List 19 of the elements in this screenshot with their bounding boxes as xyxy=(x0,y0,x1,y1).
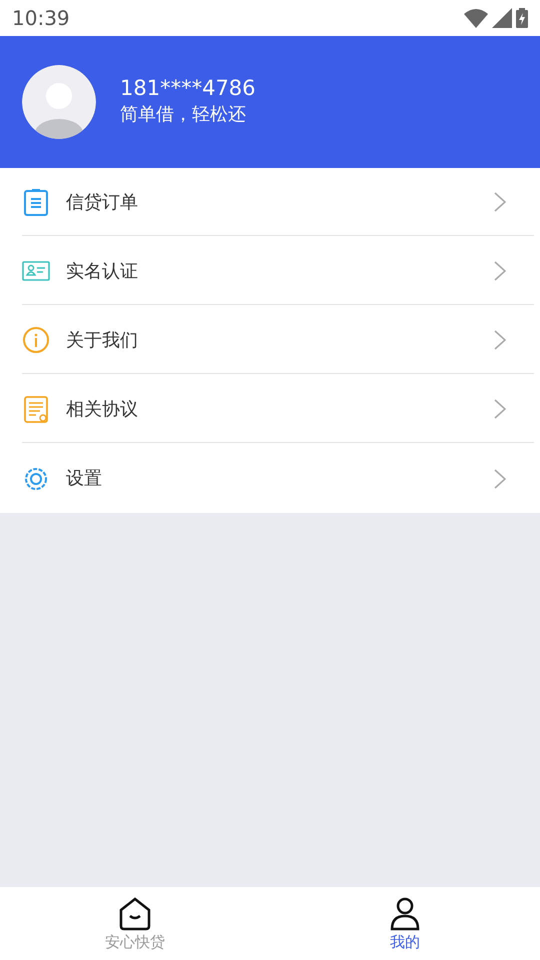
menu-item[interactable]: 实名认证 xyxy=(0,237,540,306)
chevron-icon xyxy=(494,399,506,419)
menu-item[interactable]: 信贷订单 xyxy=(0,168,540,237)
menu-item[interactable]: 关于我们 xyxy=(0,306,540,375)
wifi-icon xyxy=(464,8,488,28)
battery-icon xyxy=(516,8,528,28)
chevron-icon xyxy=(494,261,506,281)
chevron-icon xyxy=(494,468,506,488)
slogan: 简单借，轻松还 xyxy=(120,103,247,128)
menu-item[interactable]: 设置 xyxy=(0,444,540,513)
status-time: 10:39 xyxy=(12,5,70,32)
home-icon xyxy=(117,897,153,932)
signal-icon xyxy=(492,8,512,28)
chevron-icon xyxy=(494,330,506,350)
avatar-icon xyxy=(22,65,96,139)
phone-number: 181****4786 xyxy=(120,76,256,102)
tab[interactable]: 我的 xyxy=(270,887,540,960)
menu-item[interactable]: 相关协议 xyxy=(0,375,540,444)
chevron-icon xyxy=(494,192,506,212)
